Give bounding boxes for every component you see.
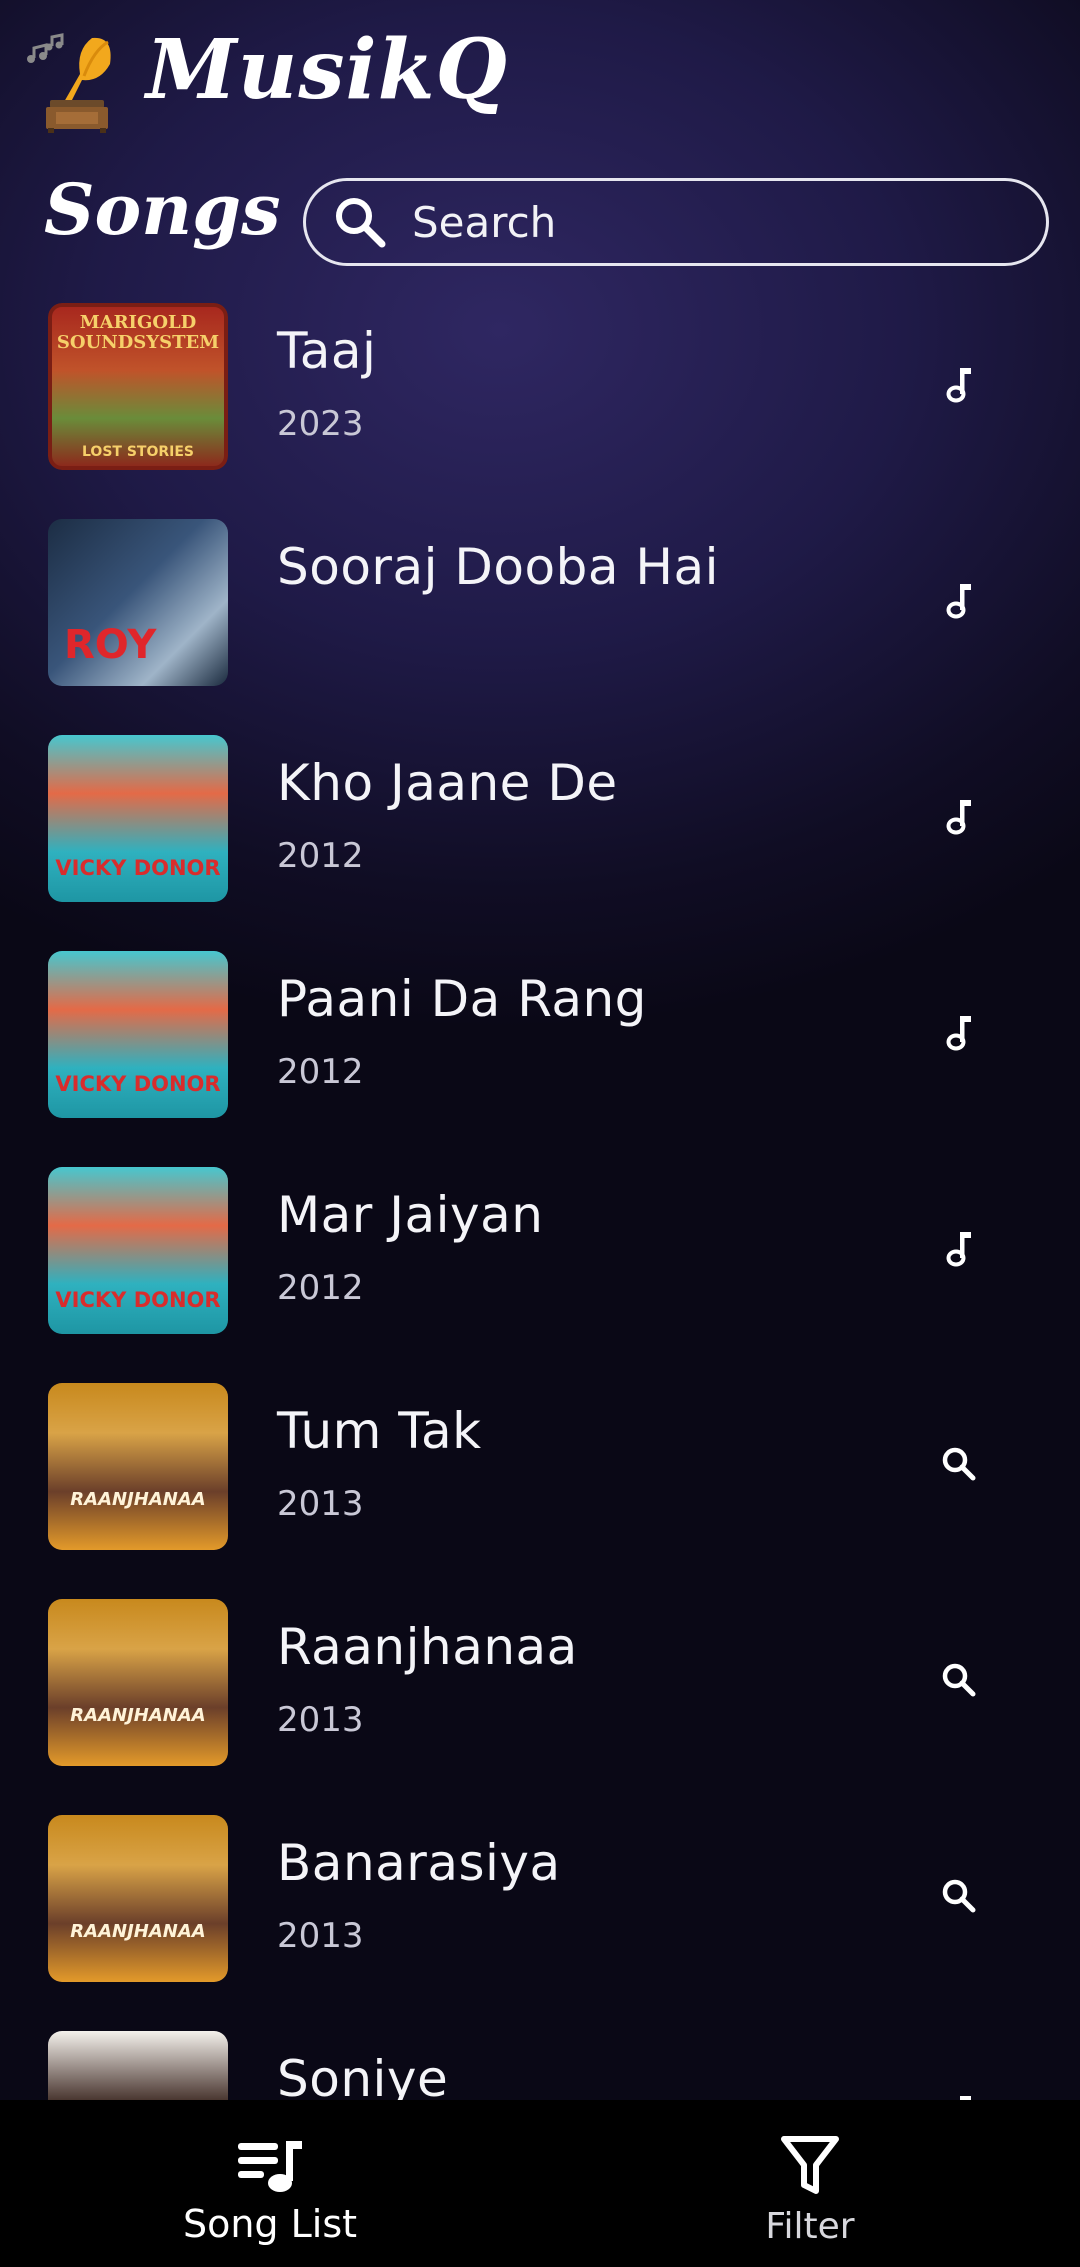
bottom-navigation: Song List Filter bbox=[0, 2100, 1080, 2267]
song-row[interactable]: ROY Sooraj Dooba Hai bbox=[0, 516, 1080, 732]
song-title: Taaj bbox=[277, 322, 377, 380]
album-cover: RAANJHANAA bbox=[48, 1815, 228, 1982]
song-year: 2012 bbox=[277, 1268, 364, 1308]
album-cover-art bbox=[48, 1599, 228, 1766]
album-cover-art bbox=[48, 2031, 228, 2100]
search-bar[interactable] bbox=[303, 178, 1049, 266]
nav-item-filter[interactable]: Filter bbox=[540, 2100, 1080, 2267]
song-title: Raanjhanaa bbox=[277, 1618, 578, 1676]
album-cover-text: RAANJHANAA bbox=[70, 1921, 206, 1942]
song-row[interactable]: VICKY DONOR Kho Jaane De 2012 bbox=[0, 732, 1080, 948]
search-icon[interactable] bbox=[935, 1656, 983, 1704]
song-year: 2012 bbox=[277, 1052, 364, 1092]
song-title: Soniye bbox=[277, 2050, 449, 2100]
music-note-icon[interactable] bbox=[935, 360, 983, 408]
album-cover-text: VICKY DONOR bbox=[55, 1288, 221, 1312]
song-row[interactable]: RAANJHANAA Banarasiya 2013 bbox=[0, 1812, 1080, 2028]
album-cover-text: MARIGOLD SOUNDSYSTEM bbox=[56, 312, 220, 353]
song-title: Kho Jaane De bbox=[277, 754, 618, 812]
album-cover-text: VICKY DONOR bbox=[55, 1072, 221, 1096]
music-note-icon[interactable] bbox=[935, 1008, 983, 1056]
search-input[interactable] bbox=[412, 197, 1012, 247]
nav-item-song-list[interactable]: Song List bbox=[0, 2100, 540, 2267]
album-cover: VICKY DONOR bbox=[48, 951, 228, 1118]
search-icon bbox=[336, 198, 386, 248]
page-title: Songs bbox=[44, 168, 281, 251]
song-title: Paani Da Rang bbox=[277, 970, 647, 1028]
song-year: 2013 bbox=[277, 1916, 364, 1956]
song-title: Sooraj Dooba Hai bbox=[277, 538, 719, 596]
app-brand-title: MusikQ bbox=[146, 22, 508, 118]
song-year: 2012 bbox=[277, 836, 364, 876]
music-note-icon[interactable] bbox=[935, 1224, 983, 1272]
app-header: MusikQ bbox=[0, 0, 1080, 165]
album-cover: ROY bbox=[48, 519, 228, 686]
album-cover-text: RAANJHANAA bbox=[70, 1705, 206, 1726]
search-icon[interactable] bbox=[935, 1440, 983, 1488]
album-cover-art bbox=[48, 1383, 228, 1550]
song-list[interactable]: MARIGOLD SOUNDSYSTEM LOST STORIES Taaj 2023… bbox=[0, 300, 1080, 2100]
album-cover: VICKY DONOR bbox=[48, 735, 228, 902]
gramophone-logo-icon bbox=[27, 33, 111, 133]
song-title: Mar Jaiyan bbox=[277, 1186, 544, 1244]
nav-label-filter: Filter bbox=[765, 2206, 855, 2247]
song-year: 2013 bbox=[277, 1700, 364, 1740]
song-title: Banarasiya bbox=[277, 1834, 561, 1892]
album-cover: RAANJHANAA bbox=[48, 1599, 228, 1766]
music-note-icon[interactable] bbox=[935, 576, 983, 624]
album-cover: RAANJHANAA bbox=[48, 1383, 228, 1550]
playlist-music-icon bbox=[238, 2141, 302, 2192]
album-cover-subtext: LOST STORIES bbox=[82, 444, 194, 460]
album-cover-text: ROY bbox=[64, 622, 157, 668]
song-row[interactable]: RAANJHANAA Tum Tak 2013 bbox=[0, 1380, 1080, 1596]
music-note-icon[interactable] bbox=[935, 792, 983, 840]
search-icon[interactable] bbox=[935, 1872, 983, 1920]
song-row[interactable]: RAANJHANAA Raanjhanaa 2013 bbox=[0, 1596, 1080, 1812]
song-row[interactable]: MARIGOLD SOUNDSYSTEM LOST STORIES Taaj 2023 bbox=[0, 300, 1080, 516]
song-title: Tum Tak bbox=[277, 1402, 482, 1460]
song-row[interactable]: VICKY DONOR Mar Jaiyan 2012 bbox=[0, 1164, 1080, 1380]
nav-label-song-list: Song List bbox=[182, 2202, 358, 2246]
album-cover: VICKY DONOR bbox=[48, 1167, 228, 1334]
song-row[interactable]: Soniye bbox=[0, 2028, 1080, 2100]
album-cover bbox=[48, 2031, 228, 2100]
album-cover-text: VICKY DONOR bbox=[55, 856, 221, 880]
song-year: 2023 bbox=[277, 404, 364, 444]
song-row[interactable]: VICKY DONOR Paani Da Rang 2012 bbox=[0, 948, 1080, 1164]
album-cover-art bbox=[48, 1815, 228, 1982]
album-cover-text: RAANJHANAA bbox=[70, 1489, 206, 1510]
song-year: 2013 bbox=[277, 1484, 364, 1524]
music-note-icon[interactable] bbox=[935, 2088, 983, 2100]
album-cover: MARIGOLD SOUNDSYSTEM LOST STORIES bbox=[48, 303, 228, 470]
filter-icon bbox=[781, 2136, 839, 2194]
